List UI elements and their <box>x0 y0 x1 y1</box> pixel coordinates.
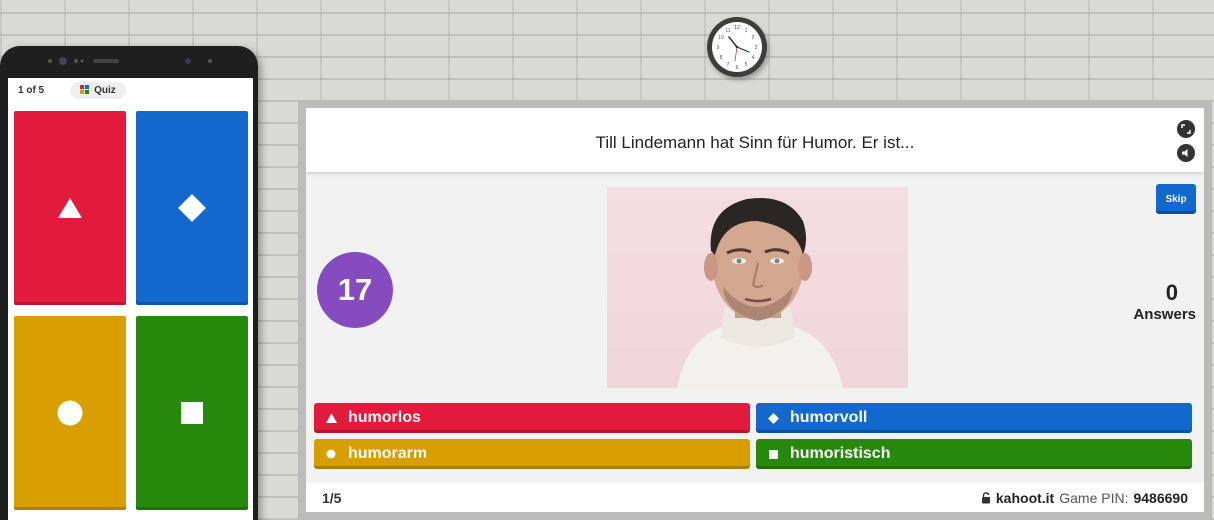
option-label: humoristisch <box>790 445 891 462</box>
answers-counter: 0 Answers <box>1116 280 1196 323</box>
svg-text:4: 4 <box>752 55 755 61</box>
diamond-icon <box>766 411 780 425</box>
svg-text:12: 12 <box>734 25 740 31</box>
answer-option-humorarm[interactable]: humorarm <box>314 439 750 469</box>
game-footer: 1/5 kahoot.it Game PIN: 9486690 <box>306 483 1204 512</box>
svg-text:6: 6 <box>736 65 739 71</box>
answer-option-humorvoll[interactable]: humorvoll <box>756 403 1192 433</box>
quiz-icon <box>80 85 90 95</box>
question-text: Till Lindemann hat Sinn für Humor. Er is… <box>595 133 915 152</box>
portrait-image <box>677 197 843 388</box>
pin-label: Game PIN: <box>1059 489 1129 506</box>
square-icon <box>766 447 780 461</box>
wall-clock: 12 1 2 3 4 5 6 7 8 9 10 11 <box>707 17 767 77</box>
triangle-icon <box>58 198 82 218</box>
answers-label: Answers <box>1133 306 1196 323</box>
quiz-badge: Quiz <box>70 81 126 99</box>
answer-tile-red[interactable] <box>14 111 126 305</box>
skip-button[interactable]: Skip <box>1156 184 1196 214</box>
fullscreen-icon <box>1181 124 1191 134</box>
circle-icon <box>324 447 338 461</box>
phone-sensors-icon <box>48 57 212 65</box>
question-image <box>607 187 908 388</box>
sound-button[interactable] <box>1177 144 1195 162</box>
circle-icon <box>57 400 83 426</box>
question-bar: Till Lindemann hat Sinn für Humor. Er is… <box>306 108 1204 172</box>
answer-tile-blue[interactable] <box>136 111 248 305</box>
svg-text:5: 5 <box>745 62 748 68</box>
question-progress: 1/5 <box>322 489 342 506</box>
countdown-timer: 17 <box>317 252 393 328</box>
phone-header: 1 of 5 Quiz <box>8 78 253 102</box>
phone-screen: 1 of 5 Quiz <box>8 78 253 520</box>
game-pin-info: kahoot.it Game PIN: 9486690 <box>981 490 1188 506</box>
phone-device: 1 of 5 Quiz <box>0 46 258 520</box>
triangle-icon <box>324 411 338 425</box>
answer-option-humorlos[interactable]: humorlos <box>314 403 750 433</box>
svg-text:2: 2 <box>752 35 755 41</box>
svg-text:8: 8 <box>720 55 723 61</box>
quiz-label: Quiz <box>94 84 116 96</box>
diamond-icon <box>178 194 206 222</box>
svg-text:10: 10 <box>718 35 724 41</box>
phone-top-bezel <box>0 46 258 78</box>
kahoot-domain: kahoot.it <box>995 489 1055 506</box>
lock-icon <box>981 491 990 503</box>
answers-count: 0 <box>1165 280 1178 305</box>
game-view: Till Lindemann hat Sinn für Humor. Er is… <box>306 108 1204 512</box>
answer-option-humoristisch[interactable]: humoristisch <box>756 439 1192 469</box>
svg-text:1: 1 <box>745 28 748 34</box>
option-label: humorvoll <box>790 409 868 426</box>
phone-progress: 1 of 5 <box>18 84 45 96</box>
fullscreen-button[interactable] <box>1177 120 1195 138</box>
option-label: humorarm <box>348 445 428 462</box>
option-label: humorlos <box>348 409 421 426</box>
svg-text:3: 3 <box>755 45 758 51</box>
speaker-icon <box>1182 149 1188 157</box>
clock-face-icon: 12 1 2 3 4 5 6 7 8 9 10 11 <box>712 22 762 72</box>
answer-tile-green[interactable] <box>136 316 248 510</box>
square-icon <box>181 402 203 424</box>
svg-text:7: 7 <box>727 62 730 68</box>
svg-text:9: 9 <box>717 45 720 51</box>
presentation-screen: Till Lindemann hat Sinn für Humor. Er is… <box>298 100 1212 520</box>
answer-tile-yellow[interactable] <box>14 316 126 510</box>
game-pin: 9486690 <box>1133 489 1188 506</box>
svg-text:11: 11 <box>725 28 730 34</box>
